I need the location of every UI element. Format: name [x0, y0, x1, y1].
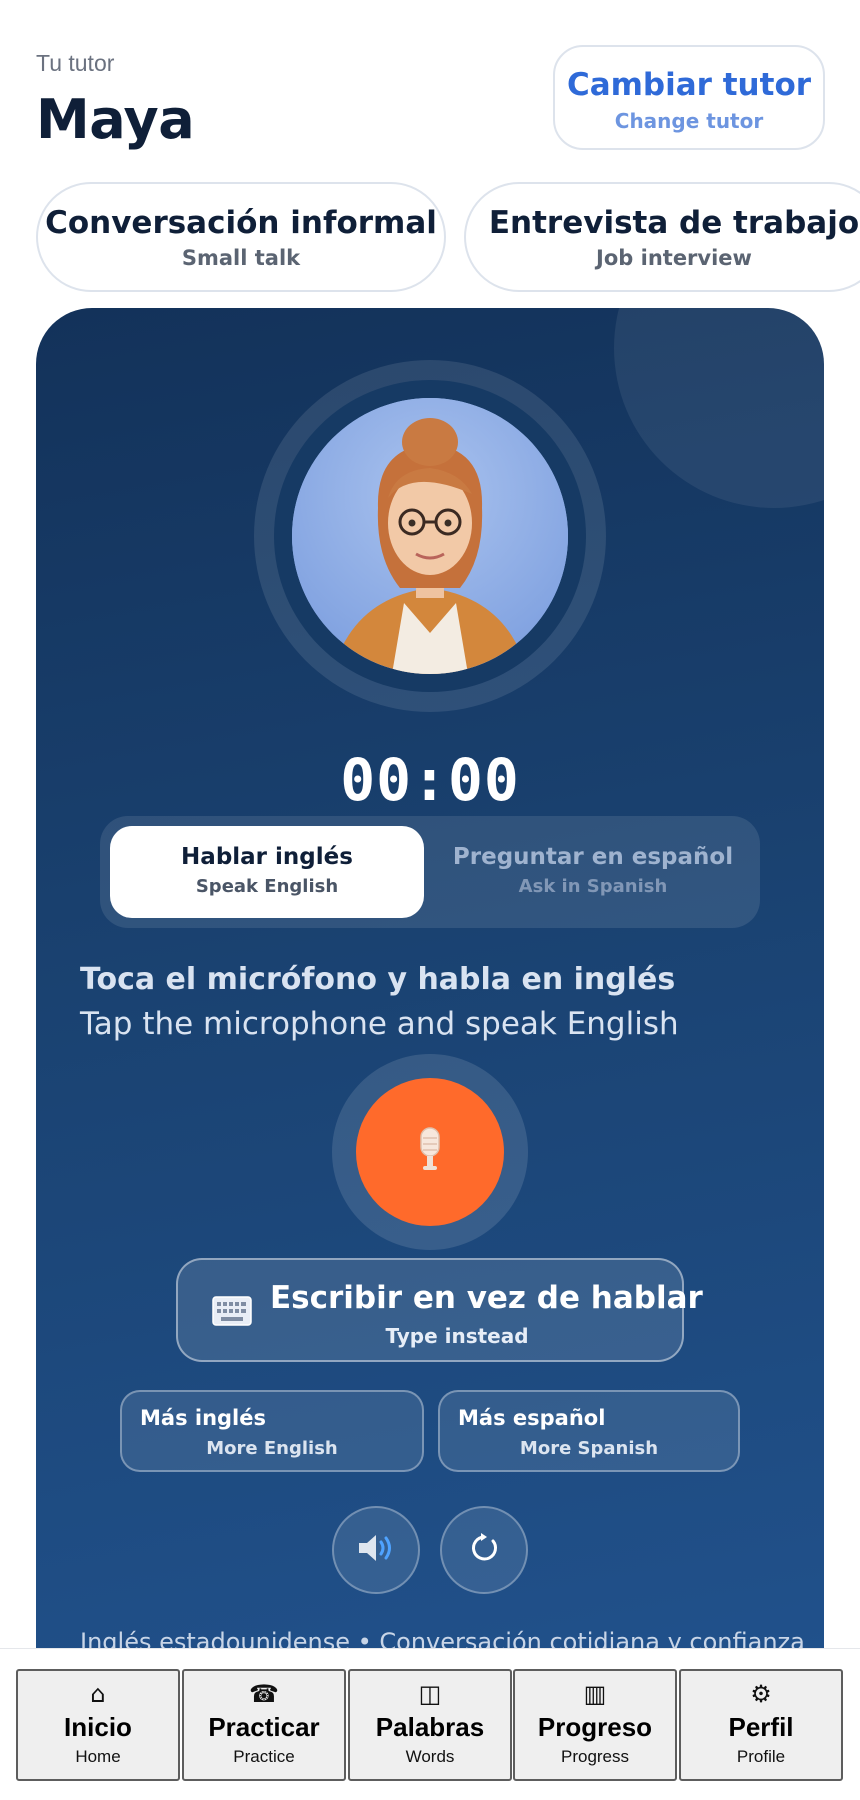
nav-home[interactable]: ⌂ Inicio Home: [16, 1669, 180, 1781]
keyboard-icon: [212, 1296, 252, 1330]
mode-label: Hablar inglés: [181, 844, 353, 870]
scenario-label: Conversación informal: [45, 205, 437, 241]
nav-label: Practicar: [208, 1712, 320, 1742]
more-english-label: Más inglés: [140, 1406, 266, 1430]
mode-toggle: Hablar inglés Speak English Preguntar en…: [100, 816, 760, 928]
mode-sublabel: Speak English: [195, 876, 339, 897]
session-timer: 00:00: [340, 746, 520, 814]
scenario-small-talk[interactable]: Conversación informal Small talk: [36, 182, 446, 292]
scenario-list: Conversación informal Small talk Entrevi…: [36, 182, 860, 292]
scenario-job-interview[interactable]: Entrevista de trabajo Job interview: [464, 182, 860, 292]
nav-label: Progreso: [537, 1712, 653, 1742]
phone-icon: ☎: [249, 1680, 279, 1708]
tutor-name: Maya: [36, 88, 195, 151]
scenario-sublabel: Small talk: [181, 246, 301, 270]
scenario-label: Entrevista de trabajo: [488, 205, 860, 241]
microphone-button[interactable]: [356, 1078, 504, 1226]
speaker-icon: [356, 1532, 396, 1568]
tutor-avatar: [292, 398, 568, 674]
change-tutor-button[interactable]: Cambiar tutor Change tutor: [553, 45, 825, 150]
change-tutor-sublabel: Change tutor: [614, 109, 764, 133]
avatar-ring: [254, 360, 606, 712]
nav-label: Perfil: [728, 1712, 794, 1742]
more-english-sublabel: More English: [206, 1438, 338, 1459]
mode-label: Preguntar en español: [452, 844, 734, 870]
decorative-circle: [614, 308, 824, 508]
session-card: 00:00 Hablar inglés Speak English Pregun…: [36, 308, 824, 1708]
nav-sublabel: Words: [405, 1747, 455, 1766]
bottom-navigation: ⌂ Inicio Home ☎ Practicar Practice ◫ Pal…: [0, 1648, 860, 1800]
chart-icon: ▥: [583, 1680, 607, 1708]
mode-sublabel: Ask in Spanish: [518, 876, 668, 897]
nav-sublabel: Progress: [560, 1747, 630, 1766]
replay-button[interactable]: [440, 1506, 528, 1594]
mode-speak-english[interactable]: Hablar inglés Speak English: [110, 826, 424, 918]
nav-label: Inicio: [64, 1712, 132, 1742]
change-tutor-label: Cambiar tutor: [566, 67, 812, 103]
book-icon: ◫: [418, 1680, 442, 1708]
header: Tu tutor Maya Cambiar tutor Change tutor: [36, 45, 826, 158]
type-instead-button[interactable]: Escribir en vez de hablar Type instead: [176, 1258, 703, 1362]
more-spanish-sublabel: More Spanish: [519, 1438, 659, 1459]
nav-practice[interactable]: ☎ Practicar Practice: [182, 1669, 346, 1781]
more-english-button[interactable]: Más inglés More English: [120, 1390, 424, 1472]
gear-icon: ⚙: [750, 1680, 772, 1708]
type-instead-sublabel: Type instead: [385, 1324, 529, 1348]
more-spanish-label: Más español: [458, 1406, 606, 1430]
nav-progress[interactable]: ▥ Progreso Progress: [513, 1669, 677, 1781]
home-icon: ⌂: [90, 1680, 106, 1708]
microphone-icon: [415, 1126, 445, 1178]
nav-sublabel: Home: [75, 1747, 121, 1766]
more-spanish-button[interactable]: Más español More Spanish: [438, 1390, 740, 1472]
nav-profile[interactable]: ⚙ Perfil Profile: [679, 1669, 843, 1781]
instruction-spanish: Toca el micrófono y habla en inglés: [80, 962, 676, 997]
nav-words[interactable]: ◫ Palabras Words: [348, 1669, 512, 1781]
type-instead-label: Escribir en vez de hablar: [270, 1280, 703, 1316]
mode-ask-spanish[interactable]: Preguntar en español Ask in Spanish: [436, 826, 750, 918]
replay-icon: [468, 1532, 500, 1568]
speaker-button[interactable]: [332, 1506, 420, 1594]
nav-label: Palabras: [375, 1712, 485, 1742]
scenario-sublabel: Job interview: [596, 246, 752, 270]
mic-halo: [332, 1054, 528, 1250]
instruction-english: Tap the microphone and speak English: [80, 1006, 679, 1042]
tutor-caption: Tu tutor: [36, 50, 115, 76]
nav-sublabel: Practice: [233, 1747, 295, 1766]
nav-sublabel: Profile: [736, 1747, 786, 1766]
